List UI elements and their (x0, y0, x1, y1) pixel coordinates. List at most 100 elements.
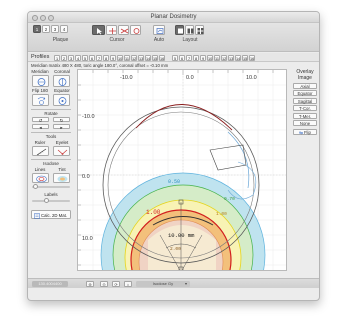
meridian-view-button[interactable] (32, 75, 49, 87)
plaque-1-button[interactable]: 1 (33, 25, 41, 33)
labels-slider-track[interactable] (32, 200, 70, 202)
overlay-none-button[interactable]: None (293, 120, 317, 126)
profile-button-5[interactable]: 5 (82, 54, 88, 61)
layout-button-9[interactable]: 9 (200, 54, 206, 61)
flip-180-button[interactable] (32, 94, 49, 106)
layout-quad-button[interactable] (195, 25, 204, 35)
overlay-image-panel: Overlay Image Axial Equator Sagittal T-C… (290, 69, 319, 169)
layout-button-8[interactable]: 8 (193, 54, 199, 61)
profiles-bar: Profiles 1 2 3 4 5 6 7 8 9 10 11 12 13 1… (28, 53, 319, 62)
layout-single-button[interactable] (175, 25, 184, 35)
dosimetry-plot[interactable]: -10.0 0.0 10.0 -10.0 0.0 10.0 0.50 0.70 … (77, 69, 287, 271)
isodose-label-100-right: 1.00 (216, 211, 227, 217)
zoom-out-button[interactable]: ⊖ (100, 281, 108, 287)
isodose-unit-select[interactable]: Isodose Gy ▾ (136, 281, 190, 287)
lines-label: Lines (34, 167, 46, 172)
overlay-axial-button[interactable]: Axial (293, 82, 317, 89)
axis-top-label-neg10: -10.0 (120, 75, 133, 81)
profile-button-13[interactable]: 13 (138, 54, 144, 61)
layout-split-icon (187, 28, 194, 34)
isodose-lines-button[interactable] (32, 173, 49, 183)
cursor-label: Cursor (109, 37, 125, 43)
overlay-flip-button[interactable]: ⇆ Flip (293, 129, 317, 135)
layout-single-icon (178, 28, 183, 34)
layout-button-15[interactable]: 15 (242, 54, 248, 61)
axis-top-label-0: 0.0 (186, 75, 194, 81)
labels-slider-knob[interactable] (44, 198, 49, 203)
tint-label: Tint (58, 167, 66, 172)
overlay-t-mer-button[interactable]: T-Mer. (293, 112, 317, 119)
window-title: Planar Dosimetry (150, 14, 197, 20)
isodose-tint-button[interactable] (53, 173, 70, 183)
ruler-tool-button[interactable] (32, 146, 49, 156)
isodose-slider-knob[interactable] (33, 184, 38, 189)
profile-button-15[interactable]: 15 (152, 54, 158, 61)
overlay-t-cor-button[interactable]: T-Cor. (293, 105, 317, 111)
plaque-2-button[interactable]: 2 (42, 25, 50, 33)
cursor-mode-3-button[interactable] (118, 25, 129, 35)
profile-button-1[interactable]: 1 (54, 54, 60, 61)
layout-button-16[interactable]: 16 (249, 54, 255, 61)
profile-button-11[interactable]: 11 (124, 54, 130, 61)
layout-button-6[interactable]: 6 (179, 54, 185, 61)
home-icon: ⌂ (126, 282, 130, 287)
profile-button-14[interactable]: 14 (145, 54, 151, 61)
layout-button-11[interactable]: 11 (214, 54, 220, 61)
plaque-4-button[interactable]: 4 (60, 25, 68, 33)
layout-button-14[interactable]: 14 (235, 54, 241, 61)
home-view-button[interactable]: ⌂ (124, 281, 132, 287)
panel-divider (31, 159, 71, 160)
profile-button-7[interactable]: 7 (96, 54, 102, 61)
plaque-label: Plaque (52, 37, 69, 43)
profile-button-6[interactable]: 6 (89, 54, 95, 61)
layout-button-12[interactable]: 12 (221, 54, 227, 61)
cornea-arc (135, 104, 233, 131)
layout-quad-icon (197, 28, 204, 34)
panel-divider (31, 132, 71, 133)
plaque-3-button[interactable]: 3 (51, 25, 59, 33)
isodose-label: Isodose (43, 161, 59, 166)
zoom-out-icon: ⊖ (102, 282, 106, 287)
cursor-select-button[interactable] (92, 25, 105, 35)
profile-button-3[interactable]: 3 (68, 54, 74, 61)
tools-label: Tools (45, 134, 57, 139)
profile-button-10[interactable]: 10 (117, 54, 123, 61)
equator-view-button[interactable] (53, 94, 70, 106)
layout-button-7[interactable]: 7 (186, 54, 192, 61)
equator-view-icon (58, 97, 67, 105)
axis-left-label-0: 0.0 (82, 174, 90, 180)
profile-button-8[interactable]: 8 (103, 54, 109, 61)
cursor-arrow-icon (97, 28, 102, 35)
overlay-equator-button[interactable]: Equator (293, 90, 317, 96)
plaque-depth-label: 10.00 mm (168, 232, 195, 239)
rotate-back-button[interactable]: ◂ (32, 124, 49, 130)
meridian-label: Meridian (31, 69, 49, 74)
profile-button-4[interactable]: 4 (75, 54, 81, 61)
rotate-left-button[interactable]: ↺ (32, 117, 49, 123)
calc-2d-mat-button[interactable]: Calc. 2D Mat. (31, 210, 71, 219)
layout-button-13[interactable]: 13 (228, 54, 234, 61)
cursor-mode-2-button[interactable] (106, 25, 117, 35)
zoom-reset-button[interactable]: ⟳ (112, 281, 120, 287)
profile-button-2[interactable]: 2 (61, 54, 67, 61)
auto-button[interactable] (153, 25, 165, 35)
rotate-right-button[interactable]: ↻ (53, 117, 70, 123)
coronal-view-button[interactable] (53, 75, 70, 87)
zoom-in-icon: ⊕ (88, 282, 92, 287)
labels-label: Labels (44, 192, 58, 197)
layout-split-button[interactable] (185, 25, 194, 35)
profile-button-9[interactable]: 9 (110, 54, 116, 61)
toolbar: 1 2 3 4 Plaque Cursor Auto Layout (28, 23, 319, 52)
layout-button-5[interactable]: 5 (172, 54, 178, 61)
isodose-label-070: 0.70 (224, 196, 235, 202)
calc-2d-mat-label: Calc. 2D Mat. (41, 213, 68, 218)
rotate-right-icon: ↻ (59, 118, 64, 123)
eyelet-tool-button[interactable] (53, 146, 70, 156)
rotate-forward-button[interactable]: ▸ (53, 124, 70, 130)
profile-button-16[interactable]: 16 (159, 54, 165, 61)
layout-button-10[interactable]: 10 (207, 54, 213, 61)
profile-button-12[interactable]: 12 (131, 54, 137, 61)
zoom-in-button[interactable]: ⊕ (86, 281, 94, 287)
cursor-mode-4-button[interactable] (130, 25, 141, 35)
overlay-sagittal-button[interactable]: Sagittal (293, 97, 317, 104)
